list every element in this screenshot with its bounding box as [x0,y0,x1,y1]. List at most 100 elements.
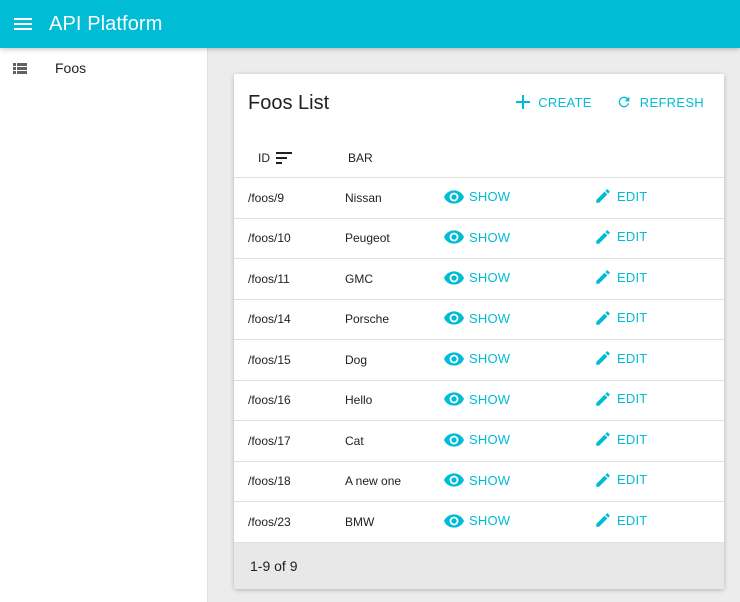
eye-icon [444,351,464,366]
column-header-id[interactable]: ID [234,151,332,165]
edit-button[interactable]: EDIT [594,187,647,205]
show-label: SHOW [469,351,511,366]
edit-label: EDIT [617,391,648,407]
eye-icon [444,270,464,285]
column-header-id-label: ID [258,150,270,165]
edit-label: EDIT [617,350,648,366]
menu-icon[interactable] [11,12,35,36]
edit-label: EDIT [617,472,648,488]
show-button[interactable]: SHOW [444,189,510,204]
row-bar: Dog [345,352,368,367]
table-row: /foos/23 BMW SHOW EDIT [234,502,724,543]
edit-label: EDIT [617,512,648,528]
pencil-icon [596,472,610,487]
show-label: SHOW [469,189,511,204]
app-title: API Platform [49,12,163,35]
show-button[interactable]: SHOW [444,351,510,366]
show-button[interactable]: SHOW [444,311,510,326]
eye-icon [444,513,464,528]
show-label: SHOW [469,432,511,447]
pencil-icon [596,310,610,325]
pencil-icon [596,351,610,365]
row-id[interactable]: /foos/10 [234,231,332,245]
create-button[interactable]: CREATE [504,84,604,120]
show-button[interactable]: SHOW [444,473,510,488]
row-bar: Cat [345,433,364,448]
edit-label: EDIT [617,229,648,245]
show-label: SHOW [469,270,511,285]
table-row: /foos/18 A new one SHOW EDIT [234,462,724,502]
row-id[interactable]: /foos/23 [234,515,332,529]
pencil-icon [596,270,610,284]
row-bar: BMW [345,514,375,529]
row-bar: GMC [345,271,373,286]
edit-button[interactable]: EDIT [594,228,647,246]
list-card: Foos List CREATE REFRESH ID BAR /foos/9 … [234,74,724,589]
row-bar: Hello [345,393,373,408]
edit-button[interactable]: EDIT [594,349,647,367]
show-button[interactable]: SHOW [444,270,510,285]
table-row: /foos/16 Hello SHOW EDIT [234,381,724,421]
table-row: /foos/17 Cat SHOW EDIT [234,421,724,462]
sidebar-item-label: Foos [55,60,87,76]
row-id[interactable]: /foos/18 [234,474,332,488]
pagination-footer: 1-9 of 9 [234,543,724,589]
pencil-icon [596,513,610,527]
pencil-icon [596,391,610,406]
show-label: SHOW [469,513,511,528]
edit-button[interactable]: EDIT [594,430,647,448]
list-actions: CREATE REFRESH [504,84,716,120]
edit-button[interactable]: EDIT [594,511,647,529]
row-id[interactable]: /foos/9 [234,191,332,205]
eye-icon [444,311,464,325]
column-header-bar[interactable]: BAR [332,151,452,165]
table-row: /foos/14 Porsche SHOW EDIT [234,300,724,340]
refresh-label: REFRESH [639,94,704,110]
show-button[interactable]: SHOW [444,432,510,447]
edit-label: EDIT [617,310,648,326]
edit-button[interactable]: EDIT [594,309,647,327]
table-row: /foos/9 Nissan SHOW EDIT [234,178,724,219]
page-title: Foos List [248,92,330,114]
row-id[interactable]: /foos/15 [234,353,332,367]
sort-icon [276,151,292,164]
show-button[interactable]: SHOW [444,513,510,528]
eye-icon [444,392,464,406]
show-label: SHOW [469,472,511,488]
edit-button[interactable]: EDIT [594,390,647,408]
row-bar: A new one [345,474,402,489]
edit-label: EDIT [617,188,648,204]
show-label: SHOW [469,229,511,245]
sidebar-item-foos[interactable]: Foos [0,48,207,88]
show-label: SHOW [469,391,511,407]
create-label: CREATE [538,94,592,110]
table-row: /foos/10 Peugeot SHOW EDIT [234,219,724,259]
show-button[interactable]: SHOW [444,392,510,407]
edit-label: EDIT [617,431,648,447]
row-id[interactable]: /foos/16 [234,393,332,407]
list-icon [8,56,32,80]
eye-icon [444,432,464,447]
row-bar: Porsche [345,312,390,327]
table-row: /foos/11 GMC SHOW EDIT [234,259,724,300]
refresh-button[interactable]: REFRESH [604,84,716,120]
table-body: /foos/9 Nissan SHOW EDIT /foos/10 Peugeo… [234,178,724,543]
pencil-icon [596,229,610,244]
row-id[interactable]: /foos/11 [234,272,332,286]
foos-table: ID BAR /foos/9 Nissan SHOW EDIT /foos/10… [234,138,724,543]
eye-icon [444,189,464,204]
edit-button[interactable]: EDIT [594,471,647,489]
plus-icon [516,95,531,109]
show-label: SHOW [469,310,511,326]
show-button[interactable]: SHOW [444,230,510,245]
edit-button[interactable]: EDIT [594,268,647,286]
eye-icon [444,230,464,244]
eye-icon [444,473,464,487]
app-bar: API Platform [0,0,740,48]
row-id[interactable]: /foos/17 [234,434,332,448]
row-bar: Peugeot [345,231,390,246]
table-row: /foos/15 Dog SHOW EDIT [234,340,724,381]
row-bar: Nissan [345,190,382,205]
row-id[interactable]: /foos/14 [234,312,332,326]
pencil-icon [596,432,610,446]
